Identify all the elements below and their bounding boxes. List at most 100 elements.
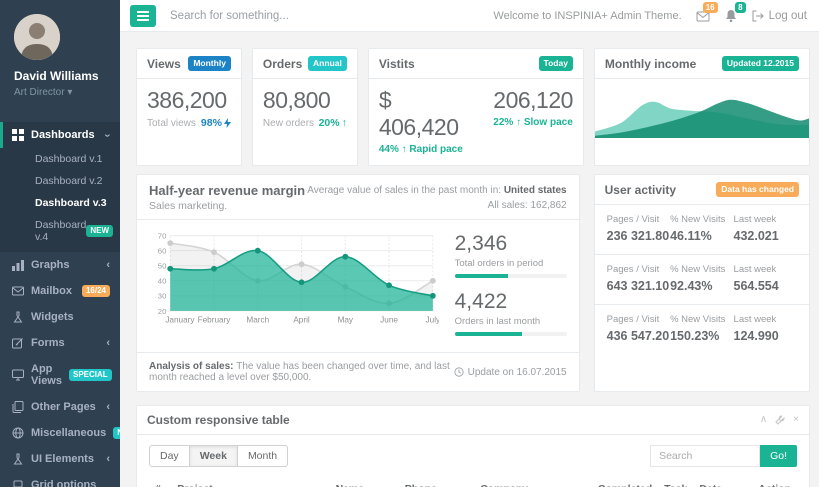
svg-text:40: 40 — [158, 277, 167, 286]
views-delta: 98% — [201, 117, 231, 129]
monthly-income-chart — [595, 79, 809, 138]
visits-value-1: $ 406,420 — [379, 87, 475, 141]
sidebar-item-forms[interactable]: Forms ‹ — [0, 330, 120, 356]
chevron-left-icon: ‹ — [106, 454, 110, 465]
update-info: Update on 16.07.2015 — [454, 361, 567, 383]
svg-text:20: 20 — [158, 307, 167, 316]
user-name: David Williams — [14, 69, 108, 83]
sidebar-item-graphs[interactable]: Graphs ‹ — [0, 252, 120, 278]
last-month-orders-label: Orders in last month — [455, 316, 567, 327]
visits-panel: Vistits Today $ 406,420 44% ↑ Rapid pace… — [368, 48, 584, 166]
welcome-text: Welcome to INSPINIA+ Admin Theme. — [493, 10, 681, 22]
svg-text:70: 70 — [158, 232, 167, 241]
sign-out-icon — [752, 10, 764, 22]
sidebar-item-miscellaneous[interactable]: Miscellaneous NEW — [0, 420, 120, 446]
flask-icon — [12, 311, 24, 323]
orders-value: 80,800 — [263, 87, 347, 114]
laptop-icon — [12, 479, 24, 487]
messages-count-badge: 16 — [703, 2, 718, 13]
sidebar: David Williams Art Director ▾ Dashboards… — [0, 0, 120, 487]
menu-toggle-button[interactable] — [130, 5, 156, 27]
orders-title: Orders — [263, 57, 302, 71]
annual-badge: Annual — [308, 56, 347, 71]
total-orders-label: Total orders in period — [455, 258, 567, 269]
orders-label: New orders — [263, 118, 314, 129]
collapse-icon[interactable]: ∧ — [760, 415, 767, 425]
svg-text:May: May — [338, 316, 354, 325]
views-panel: Views Monthly 386,200 Total views 98% — [136, 48, 242, 166]
grid-icon — [12, 129, 24, 141]
country-name: United states — [504, 185, 567, 196]
chevron-left-icon: ‹ — [106, 338, 110, 349]
sidebar-item-dashboard-v1[interactable]: Dashboard v.1 — [0, 148, 120, 170]
desktop-icon — [12, 369, 24, 381]
svg-text:30: 30 — [158, 292, 167, 301]
logout-button[interactable]: Log out — [752, 10, 807, 22]
data-changed-badge: Data has changed — [716, 182, 799, 197]
revenue-subtitle: Sales marketing. — [149, 200, 305, 212]
bar-chart-icon — [12, 259, 24, 271]
range-button-group: Day Week Month — [149, 445, 288, 467]
close-icon[interactable]: × — [793, 415, 799, 425]
views-title: Views — [147, 57, 181, 71]
monthly-income-panel: Monthly income Updated 12.2015 — [594, 48, 810, 166]
files-icon — [12, 401, 24, 413]
total-orders-value: 2,346 — [455, 232, 567, 256]
visits-col-2: 206,120 22% ↑ Slow pace — [493, 87, 573, 155]
avatar[interactable] — [14, 14, 60, 60]
user-role-dropdown[interactable]: Art Director ▾ — [14, 87, 108, 98]
wrench-icon[interactable] — [775, 415, 785, 425]
new-badge: NEW — [113, 427, 120, 439]
caret-down-icon: ▾ — [67, 87, 72, 98]
sidebar-item-grid-options[interactable]: Grid options — [0, 472, 120, 487]
pencil-square-icon — [12, 337, 24, 349]
revenue-panel: Half-year revenue margin Sales marketing… — [136, 174, 580, 392]
level-up-icon: ↑ — [516, 117, 521, 128]
stats-row: Views Monthly 386,200 Total views 98% Or… — [136, 48, 810, 166]
flask-icon — [12, 453, 24, 465]
week-button[interactable]: Week — [190, 445, 238, 467]
responsive-table-panel: Custom responsive table ∧ × Day Week Mon… — [136, 405, 810, 487]
views-label: Total views — [147, 118, 196, 129]
sidebar-item-other-pages[interactable]: Other Pages ‹ — [0, 394, 120, 420]
table-search-input[interactable] — [650, 445, 760, 467]
projects-table: # Project Name Phone Company Completed T… — [149, 477, 797, 487]
revenue-summary: Average value of sales in the past month… — [307, 183, 566, 213]
sidebar-item-widgets[interactable]: Widgets — [0, 304, 120, 330]
sidebar-item-dashboard-v3[interactable]: Dashboard v.3 — [0, 192, 120, 214]
messages-button[interactable]: 16 — [696, 9, 710, 23]
revenue-title: Half-year revenue margin — [149, 183, 305, 198]
notifications-count-badge: 8 — [735, 2, 745, 13]
sidebar-item-dashboard-v2[interactable]: Dashboard v.2 — [0, 170, 120, 192]
level-up-icon: ↑ — [402, 144, 407, 155]
month-button[interactable]: Month — [238, 445, 288, 467]
sidebar-item-ui-elements[interactable]: UI Elements ‹ — [0, 446, 120, 472]
dashboard-page: David Williams Art Director ▾ Dashboards… — [0, 0, 819, 487]
dashboards-submenu: Dashboard v.1 Dashboard v.2 Dashboard v.… — [0, 148, 120, 252]
search-input[interactable] — [170, 10, 410, 22]
go-button[interactable]: Go! — [760, 445, 797, 467]
sidebar-item-mailbox[interactable]: Mailbox 16/24 — [0, 278, 120, 304]
top-navbar: Welcome to INSPINIA+ Admin Theme. 16 8 L… — [120, 0, 819, 32]
monthly-income-title: Monthly income — [605, 57, 696, 71]
sidebar-nav: Dashboards ‹ Dashboard v.1 Dashboard v.2… — [0, 122, 120, 487]
day-button[interactable]: Day — [149, 445, 190, 467]
chevron-left-icon: ‹ — [106, 402, 110, 413]
visits-title: Vistits — [379, 57, 415, 71]
special-badge: SPECIAL — [69, 369, 112, 381]
svg-text:June: June — [380, 316, 398, 325]
last-month-orders-progress — [455, 332, 567, 336]
notifications-button[interactable]: 8 — [724, 9, 738, 23]
user-activity-panel: User activity Data has changed Pages / V… — [594, 174, 810, 392]
new-badge: NEW — [86, 225, 113, 237]
updated-badge: Updated 12.2015 — [722, 56, 799, 71]
mailbox-count-badge: 16/24 — [82, 285, 110, 297]
last-month-orders-value: 4,422 — [455, 290, 567, 314]
sidebar-item-dashboards[interactable]: Dashboards ‹ — [0, 122, 120, 148]
sidebar-item-app-views[interactable]: App Views SPECIAL — [0, 356, 120, 394]
views-value: 386,200 — [147, 87, 231, 114]
sidebar-item-dashboard-v4[interactable]: Dashboard v.4NEW — [0, 214, 120, 248]
monthly-badge: Monthly — [188, 56, 231, 71]
visits-delta-1: 44% ↑ Rapid pace — [379, 144, 475, 155]
bolt-icon — [224, 118, 231, 128]
